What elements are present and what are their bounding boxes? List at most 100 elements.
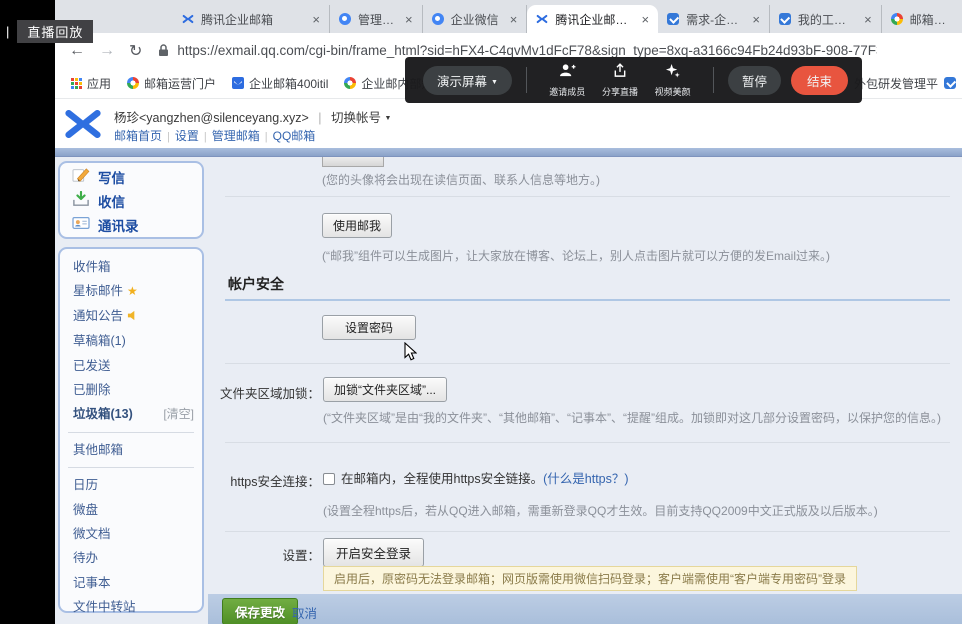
compose-label: 通讯录 (98, 215, 139, 235)
sidebar-item-starred[interactable]: 星标邮件★ (60, 279, 202, 303)
tab-tapd-workbench[interactable]: 我的工作台 - TAP × (770, 5, 882, 33)
what-is-https-link[interactable]: (什么是https？) (543, 472, 628, 486)
save-changes-button[interactable]: 保存更改 (222, 598, 298, 624)
tab-tapd-requirement[interactable]: 需求-企业邮箱-TA × (658, 5, 770, 33)
apps-label: 应用 (87, 75, 111, 92)
bookmark-exmail-400[interactable]: 企业邮箱400itil (232, 75, 328, 92)
sidebar-item-other-mailboxes[interactable]: 其他邮箱 (60, 438, 202, 462)
https-checkbox-label: 在邮箱内，全程使用https安全链接。 (341, 472, 543, 486)
bookmark-label: 外包研发管理平 (854, 75, 938, 92)
tab-portal[interactable]: 邮箱运营门 (882, 5, 962, 33)
sidebar-item-sent[interactable]: 已发送 (60, 354, 202, 378)
tab-close-icon[interactable]: × (641, 12, 651, 27)
tab-close-icon[interactable]: × (404, 12, 414, 27)
sidebar-item-spam[interactable]: [清空]垃圾箱(13) (60, 402, 202, 426)
tab-label: 邮箱运营门 (910, 11, 954, 28)
use-mailme-button[interactable]: 使用邮我 (322, 213, 392, 238)
link-mail-home[interactable]: 邮箱首页 (114, 129, 162, 143)
sidebar-item-todo[interactable]: 待办 (60, 546, 202, 570)
share-upload-icon (612, 63, 628, 83)
cancel-link[interactable]: 取消 (292, 603, 317, 622)
tab-exmail-1[interactable]: 腾讯企业邮箱 × (173, 5, 330, 33)
pencil-icon (72, 167, 90, 188)
sidebar-item-notes[interactable]: 记事本 (60, 571, 202, 595)
forward-button[interactable]: → (99, 42, 115, 60)
tab-wecom[interactable]: 企业微信 × (423, 5, 528, 33)
toolbar-separator (526, 67, 527, 93)
apps-grid-icon (71, 78, 82, 89)
url-text[interactable]: https://exmail.qq.com/cgi-bin/frame_html… (177, 43, 877, 58)
speaker-icon (127, 310, 138, 324)
bookmark-label: 企业邮箱400itil (249, 75, 328, 92)
present-screen-button[interactable]: 演示屏幕▼ (423, 66, 512, 95)
empty-spam-link[interactable]: [清空] (163, 402, 194, 426)
pause-button[interactable]: 暂停 (728, 66, 781, 95)
star-icon: ★ (127, 284, 138, 298)
share-live-button[interactable]: 分享直播 (594, 63, 647, 98)
compose-box: 写信 收信 通讯录 (58, 161, 204, 239)
compose-label: 收信 (98, 191, 125, 211)
tab-label: 腾讯企业邮箱 - 常 (555, 11, 634, 28)
sidebar-item-file-transfer[interactable]: 文件中转站 (60, 595, 202, 619)
chevron-down-icon: ▼ (491, 79, 498, 86)
reload-button[interactable]: ↻ (129, 41, 142, 61)
tab-exmail-active[interactable]: 腾讯企业邮箱 - 常 × (527, 5, 658, 33)
mailme-note: (“邮我”组件可以生成图片，让大家放在博客、论坛上，别人点击图片就可以方便的发E… (322, 247, 830, 264)
avatar-note: (您的头像将会出现在读信页面、联系人信息等地方。) (322, 171, 600, 188)
section-divider (225, 442, 950, 443)
link-qq-mail[interactable]: QQ邮箱 (273, 129, 316, 143)
link-settings[interactable]: 设置 (175, 129, 199, 143)
account-name: 杨珍<yangzhen@silenceyang.xyz> (114, 111, 309, 125)
tab-close-icon[interactable]: × (509, 12, 519, 27)
settings-panel: (您的头像将会出现在读信页面、联系人信息等地方。) 使用邮我 (“邮我”组件可以… (210, 157, 957, 594)
compose-write-mail[interactable]: 写信 (60, 165, 202, 189)
bookmark-outsourcing-platform[interactable]: 外包研发管理平 (854, 75, 956, 92)
tab-close-icon[interactable]: × (311, 12, 321, 27)
sidebar-item-inbox[interactable]: 收件箱 (60, 255, 202, 279)
section-divider (225, 531, 950, 532)
link-manage-mail[interactable]: 管理邮箱 (212, 129, 260, 143)
sidebar-item-calendar[interactable]: 日历 (60, 473, 202, 497)
https-note: (设置全程https后，若从QQ进入邮箱，需重新登录QQ才生效。目前支持QQ20… (323, 502, 878, 519)
invite-person-icon (559, 63, 576, 83)
set-password-button[interactable]: 设置密码 (322, 315, 416, 340)
wecom-icon (338, 12, 352, 26)
https-checkbox[interactable] (323, 473, 335, 485)
partial-avatar-button[interactable] (322, 157, 384, 167)
separator: | (260, 131, 273, 143)
sidebar-divider (68, 467, 194, 468)
tab-admin-activation[interactable]: 管理员下发激活 × (330, 5, 423, 33)
switch-account-link[interactable]: 切换帐号 (331, 111, 381, 125)
sidebar-divider (68, 432, 194, 433)
sparkle-icon (665, 63, 681, 83)
back-button[interactable]: ← (69, 42, 85, 60)
invite-members-button[interactable]: 邀请成员 (541, 63, 594, 98)
separator: | (162, 131, 175, 143)
section-divider (225, 196, 950, 197)
apps-shortcut[interactable]: 应用 (71, 75, 111, 92)
screen: 腾讯企业邮箱 × 管理员下发激活 × 企业微信 × 腾讯企业邮箱 - 常 × (0, 0, 962, 624)
mail-header: 杨珍<yangzhen@silenceyang.xyz> | 切换帐号 ▼ 邮箱… (55, 99, 962, 148)
tab-close-icon[interactable]: × (751, 12, 761, 27)
folders-box: 收件箱 星标邮件★ 通知公告 草稿箱(1) 已发送 已删除 [清空]垃圾箱(13… (58, 247, 204, 613)
content-area: 写信 收信 通讯录 收件箱 星标邮件★ 通知公告 草稿箱(1) (55, 157, 962, 624)
tab-label: 腾讯企业邮箱 (201, 11, 305, 28)
sidebar-item-drafts[interactable]: 草稿箱(1) (60, 329, 202, 353)
sidebar-item-weidocs[interactable]: 微文档 (60, 522, 202, 546)
replay-bar: | (6, 24, 9, 39)
sidebar-item-announcements[interactable]: 通知公告 (60, 304, 202, 329)
folder-lock-button[interactable]: 加锁“文件夹区域”... (323, 377, 447, 402)
enable-secure-login-button[interactable]: 开启安全登录 (323, 538, 424, 567)
compose-contacts[interactable]: 通讯录 (60, 213, 202, 237)
sidebar-item-weidrive[interactable]: 微盘 (60, 498, 202, 522)
end-button[interactable]: 结束 (791, 66, 848, 95)
folder-lock-note: (“文件夹区域”是由“我的文件夹”、“其他邮箱”、“记事本”、“提醒”组成。加锁… (323, 409, 941, 426)
bookmark-mail-portal[interactable]: 邮箱运营门户 (127, 75, 216, 92)
sidebar-item-deleted[interactable]: 已删除 (60, 378, 202, 402)
tab-close-icon[interactable]: × (863, 12, 873, 27)
compose-receive-mail[interactable]: 收信 (60, 189, 202, 213)
video-beauty-button[interactable]: 视频美颜 (646, 63, 699, 98)
bookmark-label: 邮箱运营门户 (144, 75, 216, 92)
secure-login-notice: 启用后，原密码无法登录邮箱；网页版需使用微信扫码登录；客户端需使用“客户端专用密… (323, 566, 857, 591)
https-option-row: 在邮箱内，全程使用https安全链接。(什么是https？) (323, 468, 629, 487)
